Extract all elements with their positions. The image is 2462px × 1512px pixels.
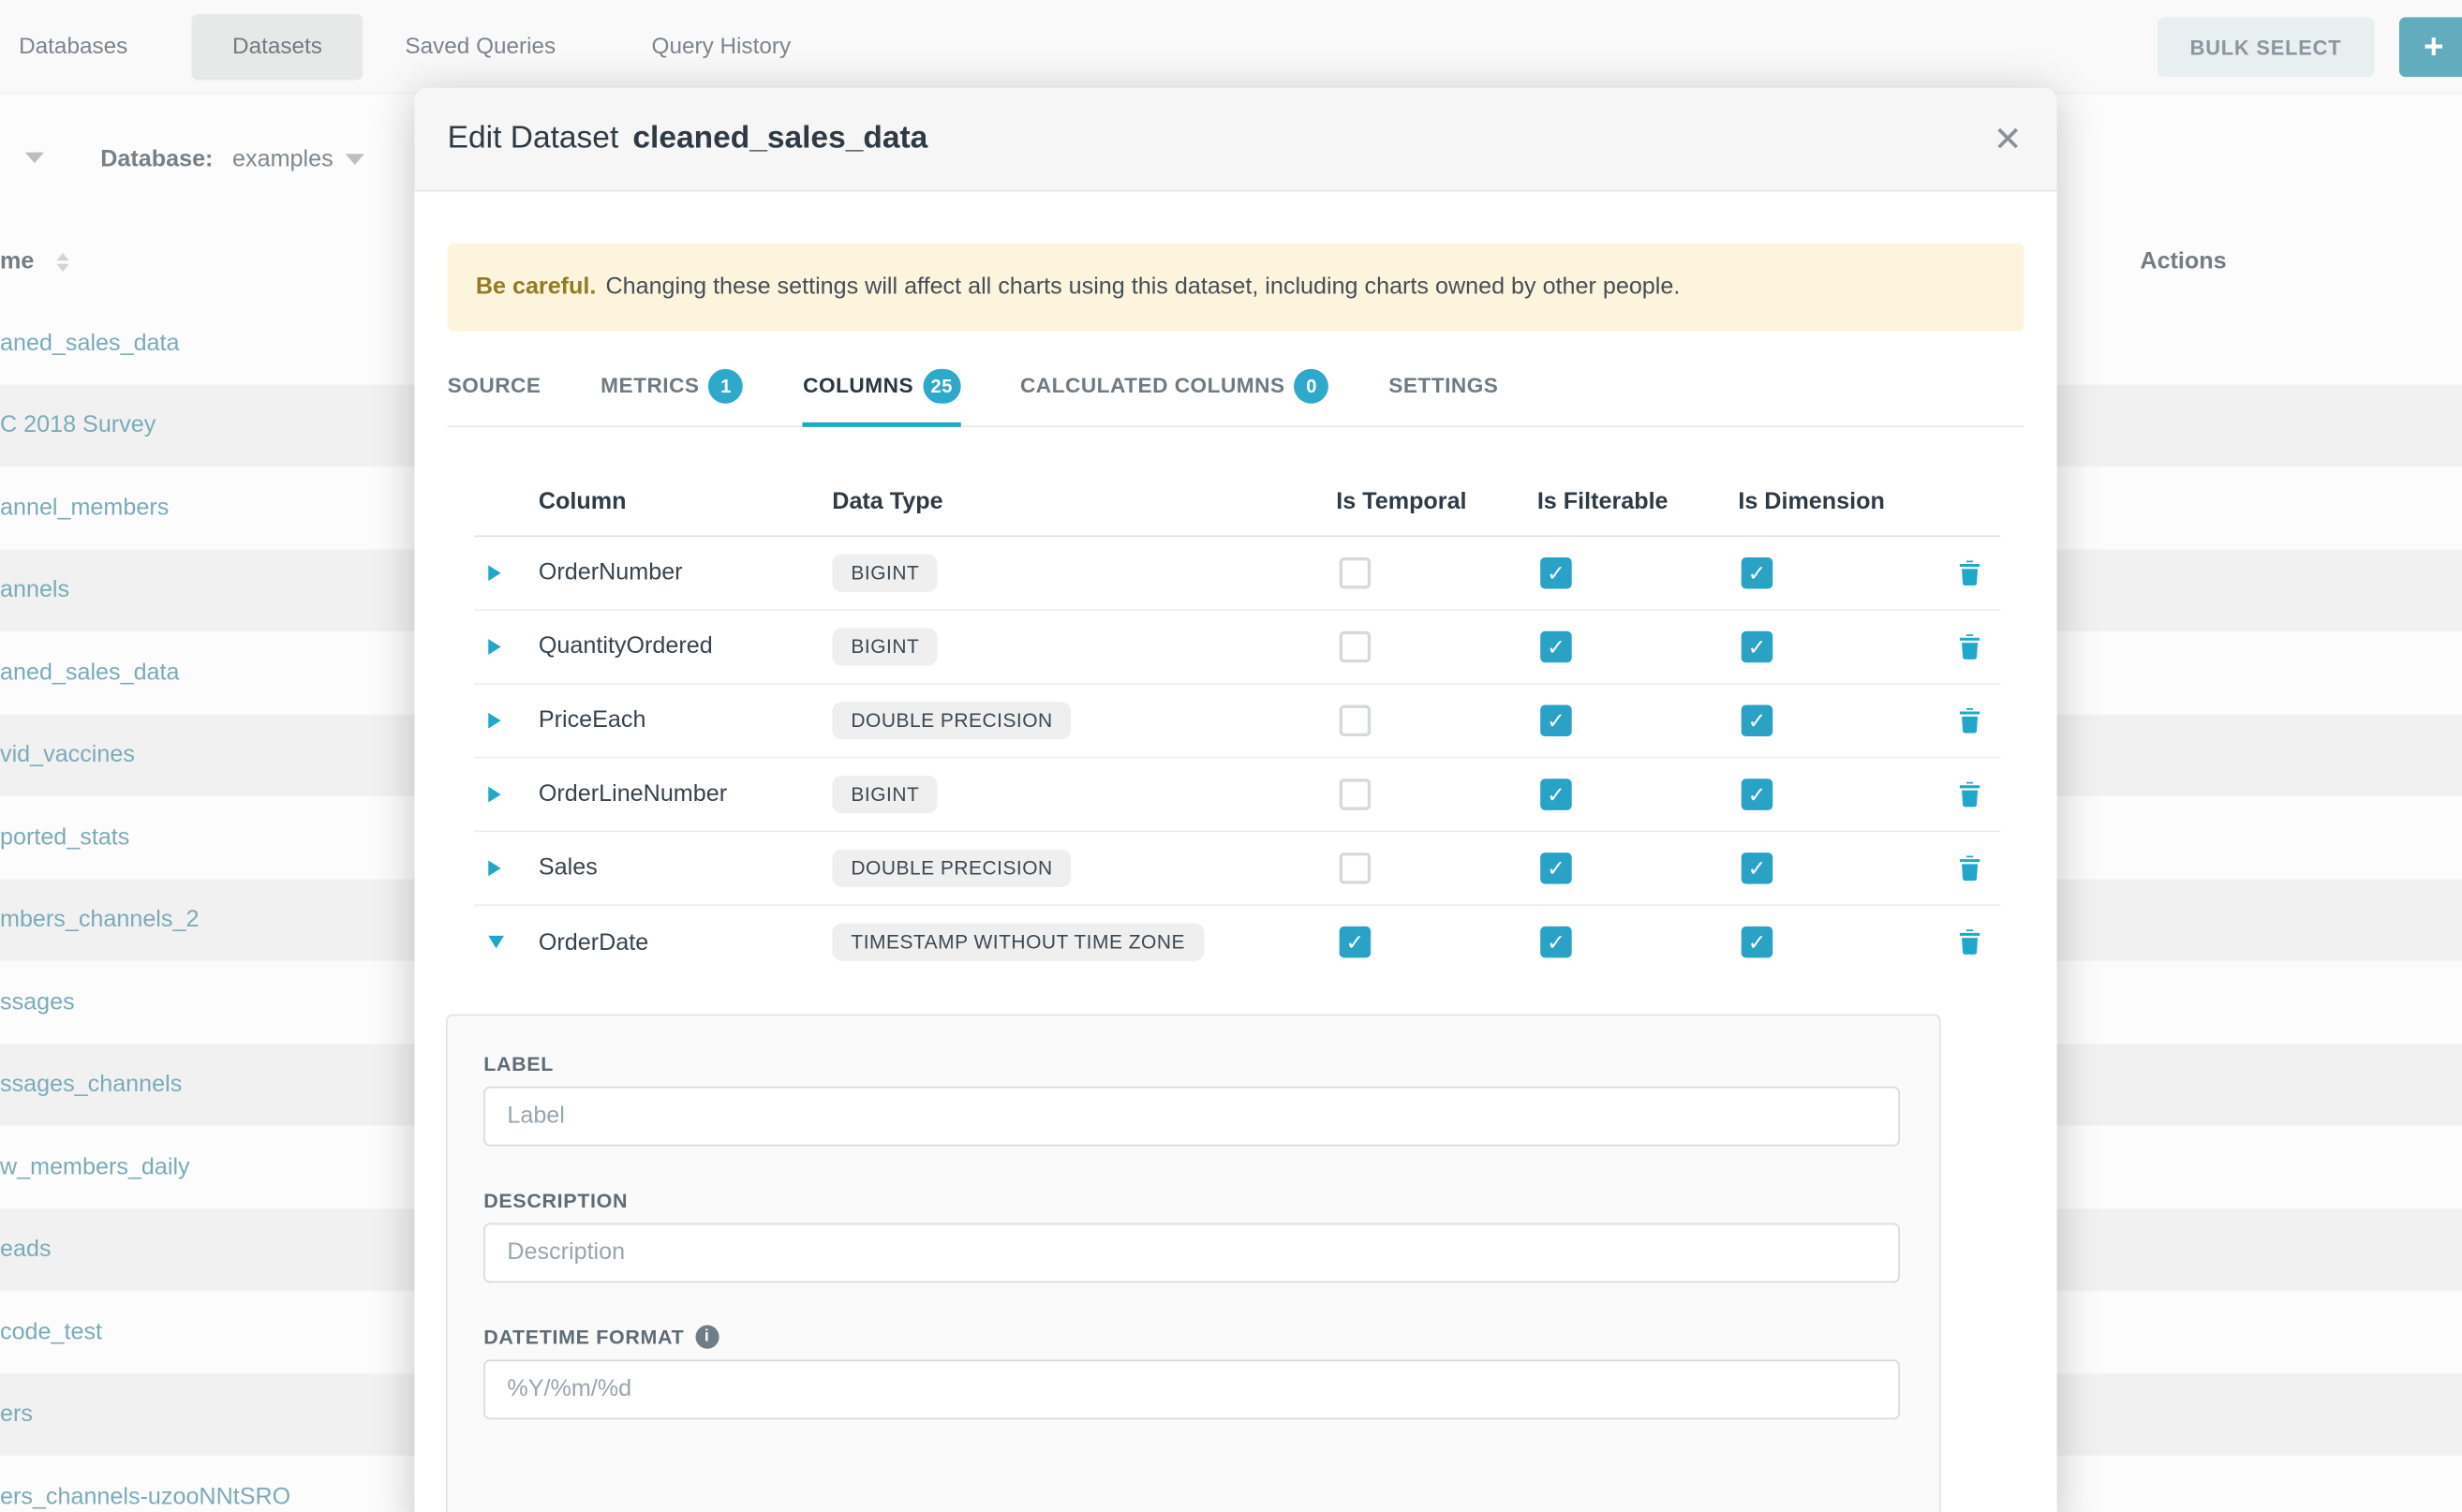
column-detail-panel: LABEL DESCRIPTION DATETIME FORMAT i bbox=[446, 1014, 1941, 1512]
is-dimension-checkbox[interactable] bbox=[1742, 630, 1773, 662]
calculated-columns-count-badge: 0 bbox=[1295, 368, 1329, 403]
expand-caret-icon[interactable] bbox=[488, 936, 504, 948]
label-input[interactable] bbox=[483, 1086, 1900, 1146]
is-dimension-checkbox[interactable] bbox=[1742, 778, 1773, 810]
edit-dataset-modal: Edit Dataset cleaned_sales_data ✕ Be care… bbox=[414, 88, 2056, 1512]
columns-count-badge: 25 bbox=[923, 368, 960, 403]
column-name: PriceEach bbox=[539, 707, 832, 734]
datetime-format-field-label: DATETIME FORMAT i bbox=[483, 1325, 1903, 1348]
delete-column-icon[interactable] bbox=[1939, 706, 2000, 734]
expand-caret-icon[interactable] bbox=[488, 639, 500, 655]
is-dimension-checkbox[interactable] bbox=[1742, 926, 1773, 958]
columns-table: Column Data Type Is Temporal Is Filterab… bbox=[474, 467, 2000, 979]
label-field-label: LABEL bbox=[483, 1052, 1903, 1075]
is-temporal-checkbox[interactable] bbox=[1340, 630, 1372, 662]
data-type-pill: BIGINT bbox=[832, 554, 938, 591]
datetime-format-label-text: DATETIME FORMAT bbox=[483, 1325, 684, 1348]
data-type-pill: TIMESTAMP WITHOUT TIME ZONE bbox=[832, 924, 1204, 961]
warning-text: Changing these settings will affect all … bbox=[605, 274, 1680, 300]
label-field: LABEL bbox=[483, 1052, 1903, 1147]
column-row: OrderLineNumber BIGINT bbox=[474, 758, 2000, 832]
description-input[interactable] bbox=[483, 1223, 1900, 1282]
tab-metrics-label: METRICS bbox=[601, 374, 699, 397]
delete-column-icon[interactable] bbox=[1939, 558, 2000, 586]
column-name: OrderLineNumber bbox=[539, 780, 832, 807]
is-filterable-checkbox[interactable] bbox=[1540, 557, 1572, 589]
header-is-temporal: Is Temporal bbox=[1336, 488, 1537, 514]
warning-bold: Be careful. bbox=[476, 274, 597, 300]
column-row: OrderDate TIMESTAMP WITHOUT TIME ZONE bbox=[474, 906, 2000, 980]
header-column: Column bbox=[539, 488, 832, 514]
columns-table-header: Column Data Type Is Temporal Is Filterab… bbox=[474, 467, 2000, 537]
is-filterable-checkbox[interactable] bbox=[1540, 852, 1572, 884]
datetime-format-field: DATETIME FORMAT i bbox=[483, 1325, 1903, 1419]
tab-calculated-columns[interactable]: CALCULATED COLUMNS 0 bbox=[1020, 353, 1329, 425]
header-is-dimension: Is Dimension bbox=[1738, 488, 1939, 514]
data-type-pill: DOUBLE PRECISION bbox=[832, 702, 1072, 739]
header-is-filterable: Is Filterable bbox=[1537, 488, 1739, 514]
modal-tabs: SOURCE METRICS 1 COLUMNS 25 CALCULATED COL… bbox=[448, 353, 2024, 427]
tab-settings[interactable]: SETTINGS bbox=[1388, 353, 1498, 425]
is-temporal-checkbox[interactable] bbox=[1340, 926, 1372, 958]
datetime-format-input[interactable] bbox=[483, 1359, 1900, 1419]
column-row: OrderNumber BIGINT bbox=[474, 537, 2000, 611]
description-field: DESCRIPTION bbox=[483, 1188, 1903, 1282]
expand-caret-icon[interactable] bbox=[488, 786, 500, 802]
tab-columns[interactable]: COLUMNS 25 bbox=[803, 353, 960, 425]
is-filterable-checkbox[interactable] bbox=[1540, 778, 1572, 810]
tab-settings-label: SETTINGS bbox=[1388, 374, 1498, 397]
is-temporal-checkbox[interactable] bbox=[1340, 704, 1372, 736]
modal-title-prefix: Edit Dataset bbox=[448, 121, 619, 156]
screen: Databases Datasets Saved Queries Query H… bbox=[0, 0, 2462, 1512]
modal-header: Edit Dataset cleaned_sales_data ✕ bbox=[414, 88, 2056, 192]
metrics-count-badge: 1 bbox=[709, 368, 744, 403]
is-temporal-checkbox[interactable] bbox=[1340, 557, 1372, 589]
modal-dataset-name: cleaned_sales_data bbox=[632, 121, 927, 156]
column-name: QuantityOrdered bbox=[539, 633, 832, 660]
close-icon[interactable]: ✕ bbox=[1994, 122, 2023, 156]
tab-source-label: SOURCE bbox=[448, 374, 541, 397]
is-dimension-checkbox[interactable] bbox=[1742, 704, 1773, 736]
tab-columns-label: COLUMNS bbox=[803, 374, 913, 397]
column-row: Sales DOUBLE PRECISION bbox=[474, 832, 2000, 906]
tab-source[interactable]: SOURCE bbox=[448, 353, 541, 425]
expand-caret-icon[interactable] bbox=[488, 860, 500, 876]
delete-column-icon[interactable] bbox=[1939, 928, 2000, 956]
delete-column-icon[interactable] bbox=[1939, 780, 2000, 808]
description-field-label: DESCRIPTION bbox=[483, 1188, 1903, 1211]
data-type-pill: DOUBLE PRECISION bbox=[832, 849, 1072, 886]
column-name: Sales bbox=[539, 854, 832, 881]
column-name: OrderDate bbox=[539, 929, 832, 956]
column-name: OrderNumber bbox=[539, 559, 832, 586]
is-filterable-checkbox[interactable] bbox=[1540, 704, 1572, 736]
is-filterable-checkbox[interactable] bbox=[1540, 926, 1572, 958]
tab-calculated-columns-label: CALCULATED COLUMNS bbox=[1020, 374, 1285, 397]
expand-caret-icon[interactable] bbox=[488, 565, 500, 581]
column-row: PriceEach DOUBLE PRECISION bbox=[474, 684, 2000, 758]
tab-metrics[interactable]: METRICS 1 bbox=[601, 353, 743, 425]
is-dimension-checkbox[interactable] bbox=[1742, 852, 1773, 884]
is-temporal-checkbox[interactable] bbox=[1340, 852, 1372, 884]
data-type-pill: BIGINT bbox=[832, 628, 938, 665]
column-row: QuantityOrdered BIGINT bbox=[474, 611, 2000, 685]
is-temporal-checkbox[interactable] bbox=[1340, 778, 1372, 810]
is-filterable-checkbox[interactable] bbox=[1540, 630, 1572, 662]
is-dimension-checkbox[interactable] bbox=[1742, 557, 1773, 589]
expand-caret-icon[interactable] bbox=[488, 712, 500, 728]
header-data-type: Data Type bbox=[832, 488, 1336, 514]
modal-title: Edit Dataset cleaned_sales_data bbox=[448, 121, 928, 157]
modal-body: Be careful. Changing these settings will … bbox=[414, 244, 2056, 1512]
delete-column-icon[interactable] bbox=[1939, 853, 2000, 882]
info-icon[interactable]: i bbox=[695, 1325, 719, 1348]
warning-banner: Be careful. Changing these settings will … bbox=[448, 244, 2024, 331]
delete-column-icon[interactable] bbox=[1939, 632, 2000, 660]
data-type-pill: BIGINT bbox=[832, 776, 938, 813]
